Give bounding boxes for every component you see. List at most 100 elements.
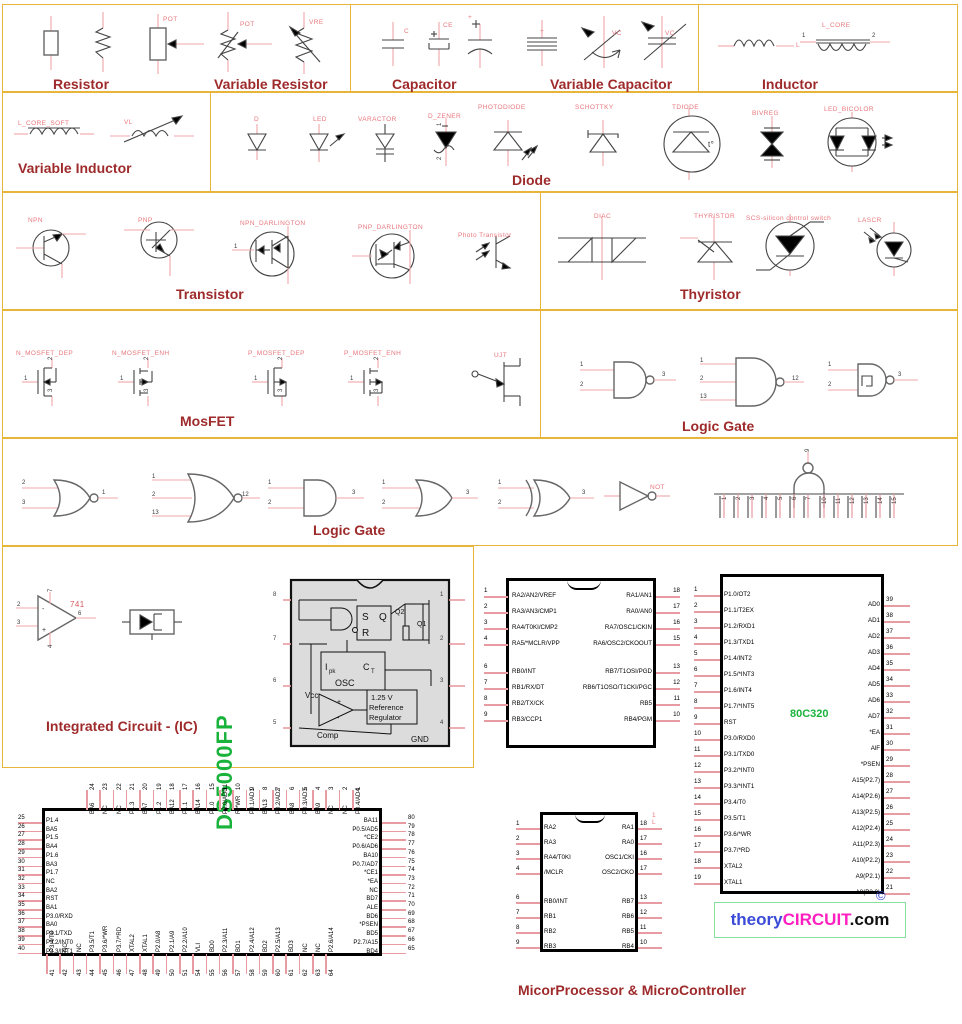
pin-number: 3 xyxy=(694,618,698,625)
pin-lead xyxy=(516,873,540,875)
pin-lead xyxy=(382,909,406,911)
svg-text:R: R xyxy=(362,628,369,639)
pin-number: 11 xyxy=(694,746,701,753)
pin-label: XTAL2 xyxy=(724,863,743,870)
label-led: LED xyxy=(313,116,327,123)
pin-number: 68 xyxy=(408,919,415,926)
site-logo[interactable]: theoryCIRCUIT.com xyxy=(714,902,906,938)
label-photo-transistor: Photo Transistor xyxy=(458,232,512,239)
pin-number: 20 xyxy=(143,783,150,790)
label-tdiode: TDIODE xyxy=(672,104,699,111)
pin-number: 6 xyxy=(484,663,488,670)
pin-number: 31 xyxy=(886,724,893,731)
svg-text:1.25 V: 1.25 V xyxy=(371,693,393,702)
label-lascr: LASCR xyxy=(858,217,882,224)
pin-number: 28 xyxy=(886,772,893,779)
pin-number: 22 xyxy=(116,783,123,790)
pin-number: 77 xyxy=(408,841,415,848)
pin-label: P2.0/A8 xyxy=(156,930,163,952)
symbol-npn-transistor xyxy=(16,222,86,278)
pin-lead xyxy=(638,932,662,934)
pin-number: 4 xyxy=(484,635,488,642)
pin-number: 29 xyxy=(18,849,25,856)
pin-label: BA8 xyxy=(289,802,296,814)
pin-opamp-left-top: 2 xyxy=(17,602,21,608)
pin-number: 32 xyxy=(18,875,25,882)
pin-label: RB6 xyxy=(621,913,634,920)
symbol-nand3-gate xyxy=(700,356,804,408)
pin-label: BA1 xyxy=(46,905,58,911)
pin-label: P2.4/A12 xyxy=(249,927,256,952)
pin-number: 3 xyxy=(484,619,488,626)
pin-lead xyxy=(72,954,75,974)
symbol-variable-inductor xyxy=(110,114,194,144)
pin-number: 3 xyxy=(516,850,520,857)
label-pme-p1: 1 xyxy=(350,376,354,382)
label-d-zener: D_ZENER xyxy=(428,113,462,120)
pin-label: P0.1/AD1 xyxy=(249,788,256,814)
pin-label: A12(P2.4) xyxy=(852,825,880,832)
pin-nandsch-in1: 1 xyxy=(828,362,832,368)
pin-label: VLI xyxy=(196,942,203,952)
pin-label: RB5 xyxy=(621,928,634,935)
pin-number: 54 xyxy=(196,969,203,976)
symbol-photodiode xyxy=(486,120,540,166)
label-nme-p3: 3 xyxy=(144,388,150,392)
pin-lead xyxy=(638,828,662,830)
symbol-resistor-zigzag xyxy=(80,12,126,72)
pin-label: P0.2/AD2 xyxy=(276,788,283,814)
pin-label: RB0/INT xyxy=(544,898,568,905)
pin-lead xyxy=(884,653,910,655)
label-pmd-p2: 2 xyxy=(278,356,284,360)
pin-label: P3.6/*WR xyxy=(103,925,110,952)
pin-number: 4 xyxy=(316,786,323,790)
pin-or2-out: 3 xyxy=(466,490,470,496)
symbol-nand-schmitt-gate xyxy=(828,360,918,400)
copyright-icon: © xyxy=(876,888,886,903)
divider-r1a xyxy=(350,4,351,92)
label-schottky: SCHOTTKY xyxy=(575,104,614,111)
pin-number: 76 xyxy=(408,849,415,856)
pin-bus-gate-out: 9 xyxy=(805,448,811,452)
svg-text:Comp: Comp xyxy=(317,731,339,740)
pin-lead xyxy=(694,595,720,597)
svg-text:I: I xyxy=(325,662,328,672)
pin-label: P1.4/INT2 xyxy=(724,655,752,662)
pin-lead xyxy=(516,932,540,934)
symbol-nor3-gate xyxy=(152,472,260,526)
pin-number: 15 xyxy=(209,783,216,790)
pin-lead xyxy=(694,723,720,725)
pin-label: ALE xyxy=(366,905,378,911)
pin-number: 35 xyxy=(886,660,893,667)
pin-label: P1.2 xyxy=(156,801,163,814)
pin-lead xyxy=(285,954,287,974)
pin-lead xyxy=(325,790,327,810)
pin-lead xyxy=(484,720,508,722)
pin-label: AD2 xyxy=(867,633,880,640)
pin-lead xyxy=(694,867,720,869)
label-pmd-p1: 1 xyxy=(254,376,258,382)
symbol-resistor-box xyxy=(28,16,74,70)
svg-text:Regulator: Regulator xyxy=(369,713,402,722)
pin-lead xyxy=(656,688,680,690)
pin-timer-right-4: 4 xyxy=(440,720,444,726)
pin-number: 2 xyxy=(694,602,698,609)
pin-timer-right-1: 1 xyxy=(440,592,444,598)
symbol-p-mosfet-dep xyxy=(252,358,310,406)
pin-label: A10(P2.2) xyxy=(852,857,880,864)
pin-label: BA10 xyxy=(363,852,378,859)
pin-number: 10 xyxy=(640,939,647,946)
pin-number: 36 xyxy=(886,644,893,651)
label-pic-short-corner: 1L xyxy=(652,812,657,826)
pin-number: 65 xyxy=(408,945,415,952)
pin-lead xyxy=(112,790,115,810)
svg-text:+: + xyxy=(337,699,341,706)
pin-label: P1.7/*INT5 xyxy=(724,703,755,710)
symbol-bicolor-led xyxy=(822,112,894,172)
pin-number: 64 xyxy=(329,969,336,976)
pin-lead xyxy=(112,954,115,974)
pin-number: 72 xyxy=(408,884,415,891)
pin-label: *PSEN xyxy=(860,761,880,768)
pin-bus-12: 12 xyxy=(850,497,856,504)
pin-label: P2.3/A11 xyxy=(222,927,229,952)
